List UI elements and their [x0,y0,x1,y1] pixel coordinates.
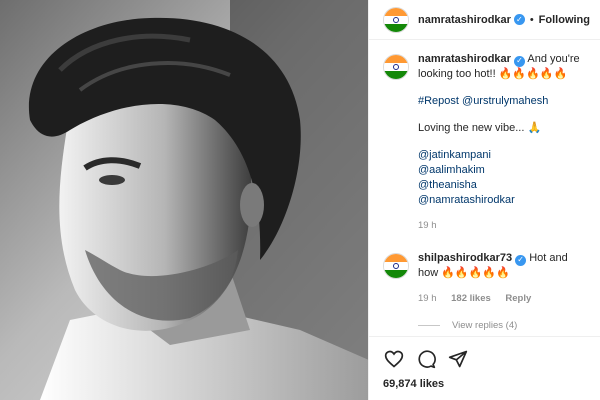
caption-text-block: namratashirodkar ✓ And you're looking too… [418,52,590,233]
caption-meta: 19 h [418,218,590,233]
mention-link[interactable]: @aalimhakim [418,163,590,178]
heart-icon [384,350,404,368]
mention-link[interactable]: @namratashirodkar [418,193,590,208]
avatar[interactable] [383,253,409,279]
post-modal: namratashirodkar ✓ • Following namratash… [0,0,600,400]
post-header: namratashirodkar ✓ • Following [369,0,600,40]
india-flag-avatar [384,55,408,79]
avatar[interactable] [383,6,409,33]
following-button[interactable]: Following [539,14,590,26]
repost-link[interactable]: #Repost @urstrulymahesh [418,94,590,109]
share-icon [448,350,468,368]
share-button[interactable] [447,348,469,370]
avatar[interactable] [383,54,409,80]
comment-button[interactable] [415,348,437,370]
replies-divider [418,325,440,326]
verified-badge-icon: ✓ [515,254,527,266]
comment-username[interactable]: shilpashirodkar73 [418,252,512,264]
verified-badge-icon: ✓ [513,55,525,67]
comments-area[interactable]: namratashirodkar ✓ And you're looking too… [369,40,600,336]
post-photo [0,0,369,400]
india-flag-avatar [384,254,408,278]
comment-item: shilpashirodkar73 ✓ Hot and how 🔥🔥🔥🔥🔥 19 … [383,251,590,306]
mention-link[interactable]: @jatinkampani [418,148,590,163]
action-bar [369,336,600,373]
comment-meta: 19 h 182 likes Reply [418,291,590,306]
comment-icon [418,350,436,369]
like-button[interactable] [383,348,405,370]
comment-text-block: shilpashirodkar73 ✓ Hot and how 🔥🔥🔥🔥🔥 19 … [418,251,590,306]
caption: namratashirodkar ✓ And you're looking too… [383,52,590,233]
post-sidebar: namratashirodkar ✓ • Following namratash… [369,0,600,400]
separator-dot: • [529,13,534,26]
verified-badge-icon: ✓ [513,14,525,25]
caption-username[interactable]: namratashirodkar [418,53,511,65]
reply-button[interactable]: Reply [505,293,531,304]
comment-likes[interactable]: 182 likes [451,293,491,304]
mention-link[interactable]: @theanisha [418,178,590,193]
view-replies-label: View replies (4) [452,320,518,331]
view-replies-button[interactable]: View replies (4) [418,320,590,331]
portrait-image [0,0,368,400]
comment-timestamp[interactable]: 19 h [418,293,437,304]
caption-body: Loving the new vibe... 🙏 [418,122,542,134]
india-flag-avatar [384,7,408,32]
post-likes-count[interactable]: 69,874 likes [369,373,600,400]
caption-timestamp[interactable]: 19 h [418,220,437,231]
post-author-username[interactable]: namratashirodkar [418,14,511,26]
